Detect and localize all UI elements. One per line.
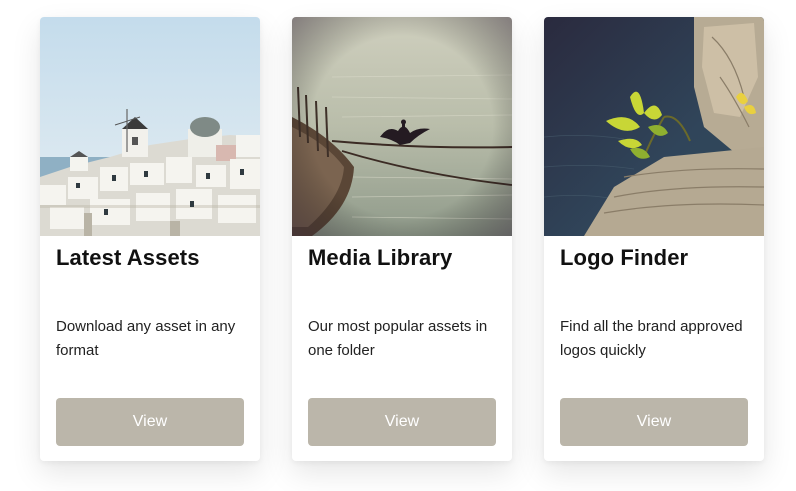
card-title: Latest Assets (56, 245, 200, 270)
card-logo-finder: Logo Finder Find all the brand approved … (544, 17, 764, 461)
card-description: Download any asset in any format (56, 318, 236, 359)
card-title: Media Library (308, 245, 453, 270)
view-button[interactable]: View (308, 398, 496, 446)
card-title: Logo Finder (560, 245, 689, 270)
flower-photo (544, 17, 764, 236)
card-list: Latest Assets Download any asset in any … (40, 17, 764, 461)
cormorant-photo (292, 17, 512, 236)
card-description: Find all the brand approved logos quickl… (560, 318, 743, 359)
santorini-photo (40, 17, 260, 236)
view-button[interactable]: View (560, 398, 748, 446)
card-description: Our most popular assets in one folder (308, 318, 488, 359)
card-latest-assets: Latest Assets Download any asset in any … (40, 17, 260, 461)
view-button[interactable]: View (56, 398, 244, 446)
card-media-library: Media Library Our most popular assets in… (292, 17, 512, 461)
